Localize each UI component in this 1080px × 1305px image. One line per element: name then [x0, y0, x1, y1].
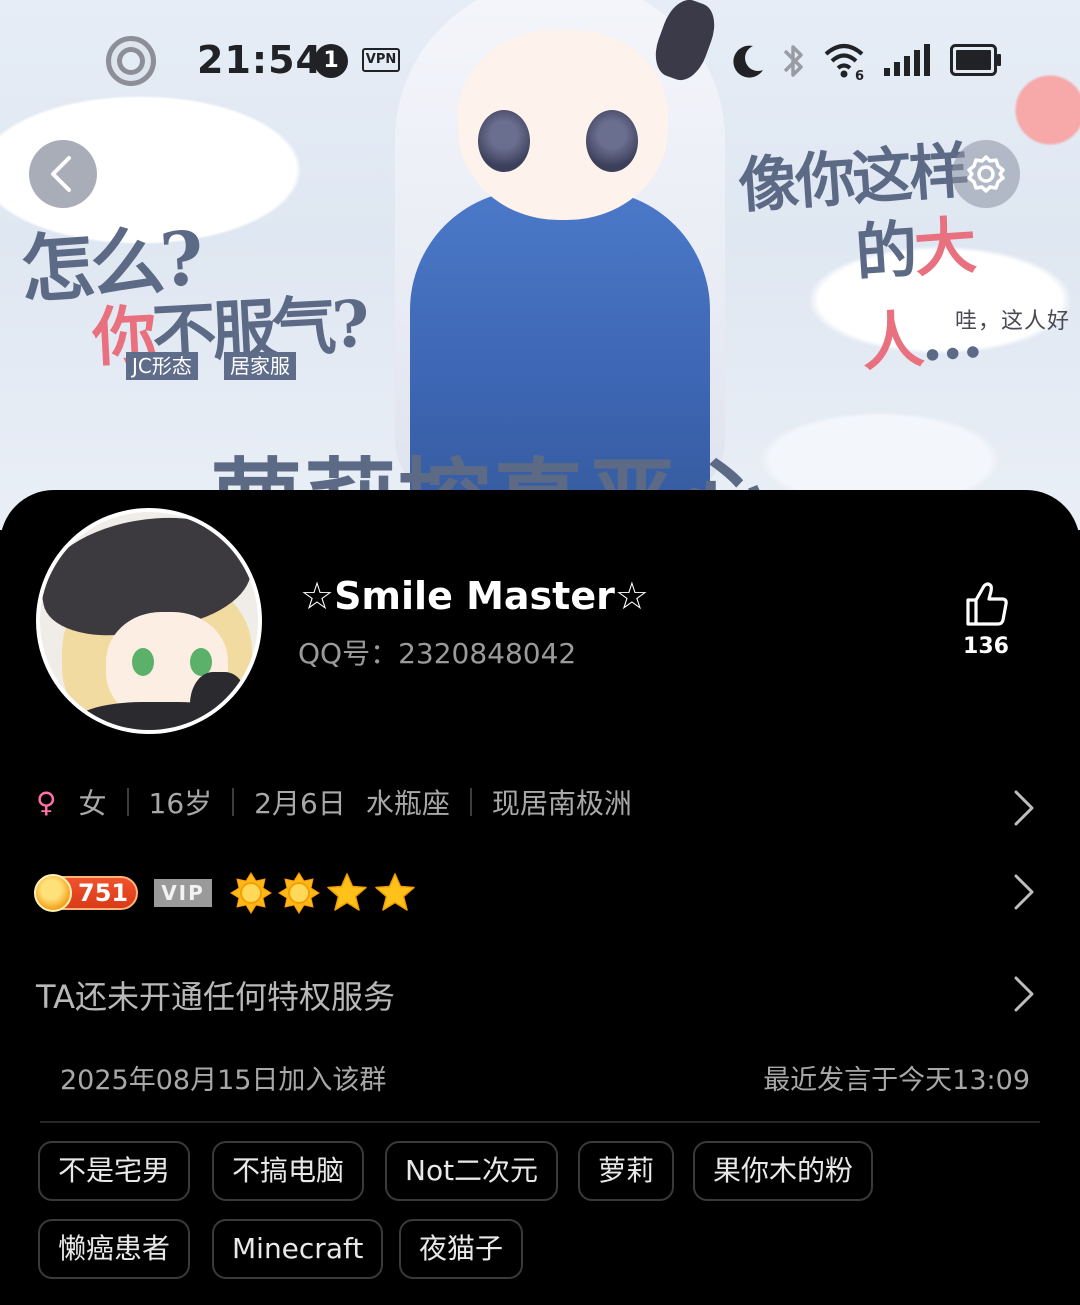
banner-text-right-2-plain: 的	[852, 212, 917, 290]
like-button[interactable]: 136	[958, 580, 1014, 659]
banner-text-right-3: 哇，这人好	[955, 309, 1071, 334]
chevron-right-icon[interactable]	[1012, 974, 1036, 1014]
banner-chip: JC形态	[126, 352, 198, 380]
level-value: 751	[78, 879, 129, 907]
female-icon: ♀	[36, 785, 57, 819]
interest-tag[interactable]: 夜猫子	[399, 1219, 524, 1279]
sun-icon	[230, 872, 272, 914]
sun-icon	[278, 872, 320, 914]
vip-badge: VIP	[154, 879, 212, 907]
avatar-hand	[190, 672, 248, 730]
group-join-date: 2025年08月15日加入该群	[60, 1065, 387, 1096]
avatar-eye	[132, 648, 154, 676]
star-icon	[327, 873, 367, 911]
ring-icon	[106, 36, 156, 86]
location-text: 现居南极洲	[491, 787, 632, 820]
chevron-right-icon[interactable]	[1012, 872, 1036, 912]
vpn-icon: VPN	[362, 48, 400, 72]
star-icon	[375, 873, 415, 911]
divider	[40, 1121, 1040, 1123]
thumbs-up-icon	[966, 582, 1008, 626]
banner-chip: 居家服	[224, 352, 296, 380]
bluetooth-icon	[783, 45, 803, 77]
interest-tag[interactable]: 懒癌患者	[38, 1219, 191, 1279]
signal-icon	[884, 44, 930, 76]
zodiac-text: 水瓶座	[365, 787, 450, 820]
banner-character-eye	[478, 110, 530, 172]
banner-character-eye	[586, 110, 638, 172]
level-row[interactable]: 751 VIP	[34, 868, 416, 918]
chevron-right-icon[interactable]	[1012, 788, 1036, 828]
separator	[469, 788, 472, 816]
level-coin-icon	[34, 874, 72, 912]
separator	[126, 788, 129, 816]
interest-tag[interactable]: Not二次元	[385, 1141, 559, 1201]
banner-text-right-2: 的大人…	[852, 187, 1080, 382]
separator	[232, 788, 235, 816]
profile-banner[interactable]: 怎么? 你不服气? JC形态 居家服 像你这样 的大人… 哇，这人好 萝莉控真恶…	[0, 0, 1080, 530]
qq-number[interactable]: QQ号：2320848042	[298, 632, 576, 672]
settings-button[interactable]	[952, 140, 1020, 208]
gender-text: 女	[78, 787, 107, 820]
gear-icon	[967, 155, 1005, 193]
battery-icon	[950, 44, 1001, 76]
group-last-speak: 最近发言于今天13:09	[763, 1065, 1030, 1096]
back-button[interactable]	[29, 140, 97, 208]
avatar[interactable]	[36, 508, 262, 734]
moon-icon	[733, 45, 763, 78]
interest-tag[interactable]: 萝莉	[578, 1141, 675, 1201]
basic-info-row[interactable]: ♀ 女 16岁 2月6日 水瓶座 现居南极洲	[36, 780, 632, 824]
privilege-text[interactable]: TA还未开通任何特权服务	[36, 972, 395, 1018]
notification-count-badge: 1	[314, 44, 348, 78]
level-badge: 751	[34, 874, 138, 912]
wifi-icon: 6	[824, 44, 864, 82]
like-count: 136	[963, 634, 1009, 659]
birthday-text: 2月6日	[254, 787, 346, 820]
wifi-sub-label: 6	[855, 69, 864, 82]
interest-tag[interactable]: 果你木的粉	[693, 1141, 874, 1201]
status-bar: 21:54 1 VPN 6	[0, 30, 1080, 90]
nickname: ☆Smile Master☆	[300, 574, 649, 618]
interest-tag[interactable]: 不是宅男	[38, 1141, 191, 1201]
status-time: 21:54	[197, 38, 323, 82]
chevron-left-icon	[51, 156, 71, 192]
interest-tag[interactable]: 不搞电脑	[212, 1141, 365, 1201]
age-text: 16岁	[148, 787, 213, 820]
interest-tag[interactable]: Minecraft	[212, 1219, 384, 1279]
